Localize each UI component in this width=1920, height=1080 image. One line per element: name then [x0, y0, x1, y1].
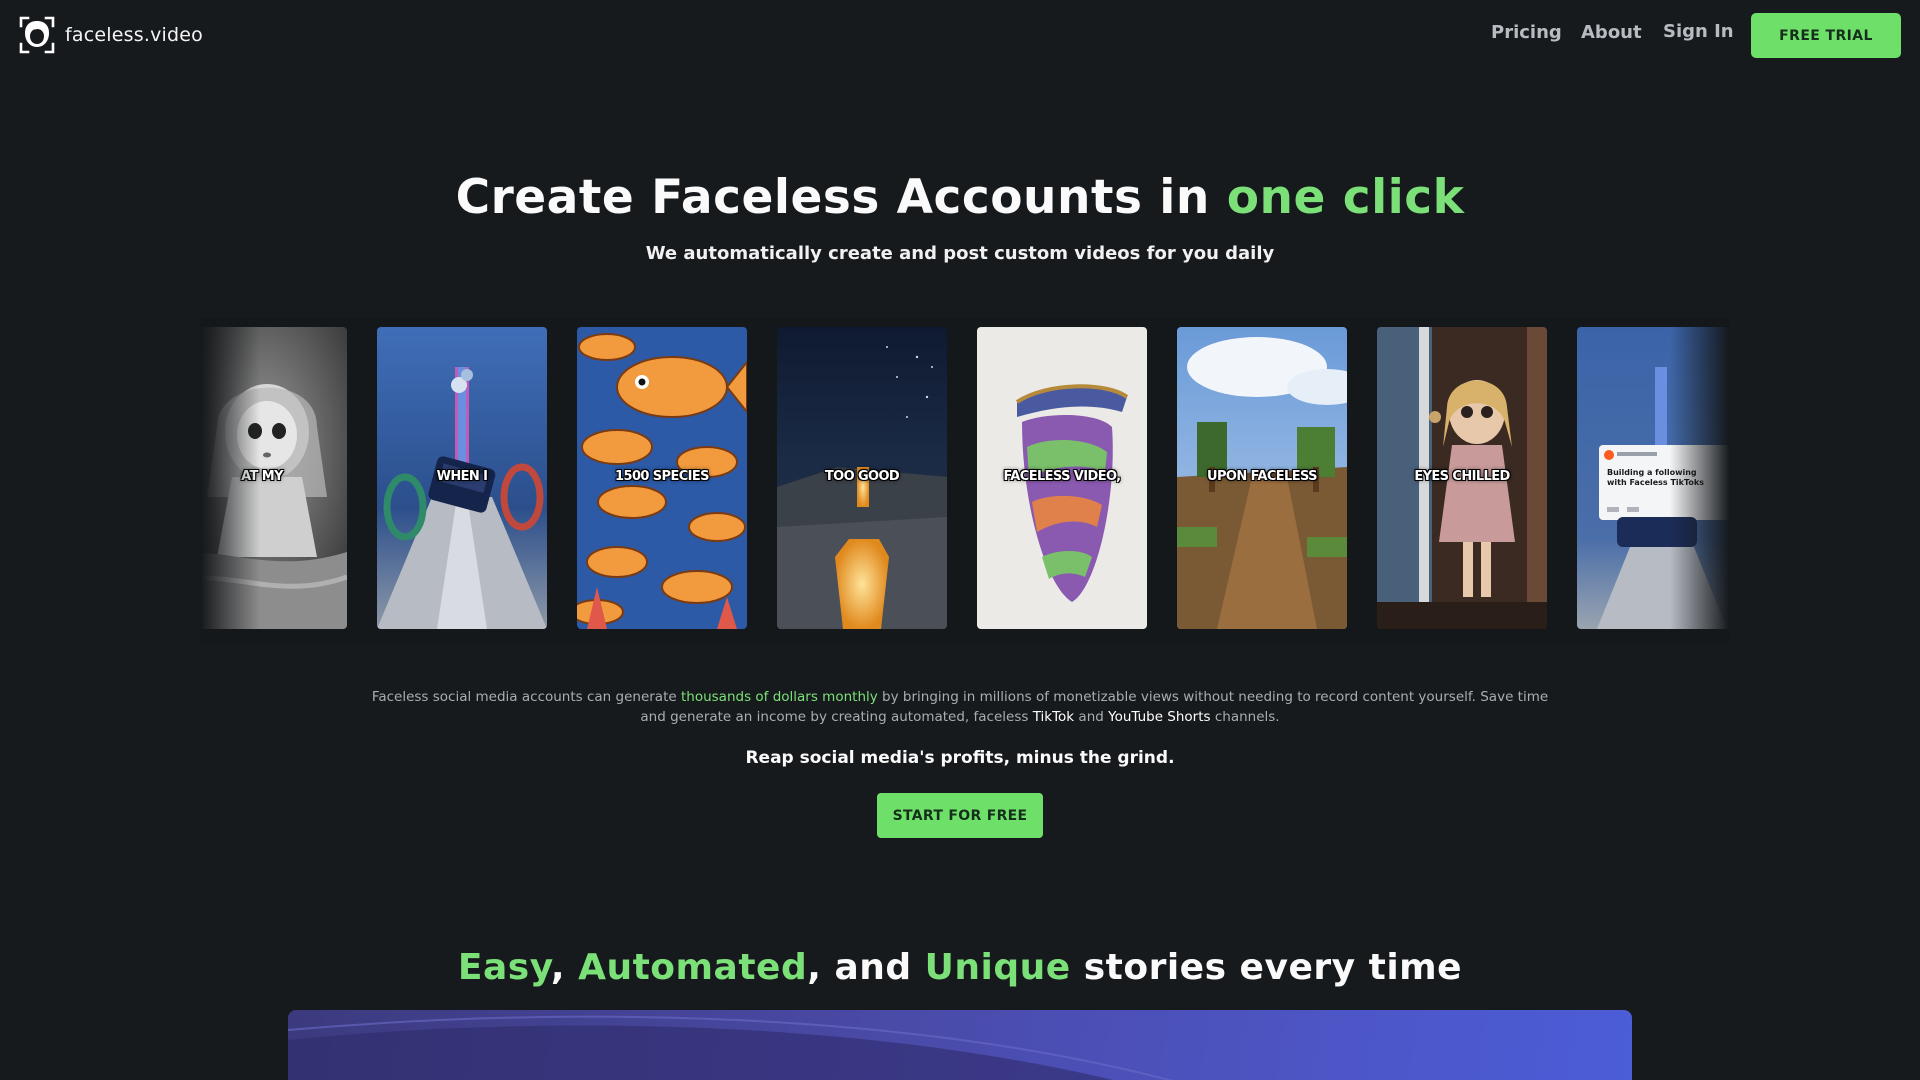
intro-text: and [1074, 709, 1109, 725]
card-caption: WHEN I [436, 469, 488, 484]
brand-name: faceless.video [65, 24, 203, 46]
card-caption: UPON FACELESS [1207, 469, 1318, 484]
video-card[interactable]: WHEN I [377, 327, 547, 629]
hero-title-accent: one click [1226, 170, 1465, 225]
video-carousel: AT MY WHEN I 1500 SPECIES TOO GOOD FACEL… [200, 318, 1730, 644]
card-caption: TOO GOOD [824, 469, 900, 484]
nav-pricing-link[interactable]: Pricing [1491, 22, 1562, 43]
tagline: Reap social media's profits, minus the g… [745, 748, 1175, 768]
demo-preview-panel [288, 1010, 1632, 1080]
brand-logo-link[interactable]: faceless.video [19, 16, 203, 54]
video-card[interactable]: TOO GOOD [777, 327, 947, 629]
start-for-free-button[interactable]: START FOR FREE [877, 793, 1043, 838]
card-caption: FACELESS VIDEO, [1003, 469, 1122, 484]
intro-paragraph: Faceless social media accounts can gener… [370, 687, 1550, 727]
hero-subtitle: We automatically create and post custom … [645, 243, 1275, 264]
video-card[interactable]: UPON FACELESS [1177, 327, 1347, 629]
top-nav: faceless.video Pricing About Sign In FRE… [0, 0, 1920, 70]
highlight-income: thousands of dollars monthly [680, 689, 878, 705]
card-caption: 1500 SPECIES [615, 469, 710, 484]
youtube-shorts-mention: YouTube Shorts [1108, 709, 1211, 725]
section-title-word: Automated [578, 947, 808, 988]
tiktok-mention: TikTok [1032, 709, 1075, 725]
hero-title: Create Faceless Accounts in one click [0, 170, 1920, 225]
free-trial-button[interactable]: FREE TRIAL [1751, 13, 1901, 58]
section-title: Easy, Automated, and Unique stories ever… [0, 947, 1920, 988]
carousel-fade-right [1670, 318, 1730, 644]
carousel-fade-left [200, 318, 260, 644]
video-card[interactable]: EYES CHILLED [1377, 327, 1547, 629]
nav-sign-in-link[interactable]: Sign In [1663, 21, 1734, 42]
intro-text: Faceless social media accounts can gener… [371, 689, 681, 705]
section-title-sep: , [550, 947, 579, 988]
face-scan-icon [19, 16, 55, 54]
card-caption: EYES CHILLED [1414, 469, 1510, 484]
section-title-rest: stories every time [1070, 947, 1463, 988]
nav-about-link[interactable]: About [1581, 22, 1642, 43]
hero-title-main: Create Faceless Accounts in [455, 170, 1227, 225]
wave-decoration [288, 1015, 1173, 1080]
video-card[interactable]: FACELESS VIDEO, [977, 327, 1147, 629]
intro-text: channels. [1210, 709, 1280, 725]
video-card[interactable]: 1500 SPECIES [577, 327, 747, 629]
section-title-word: Unique [924, 947, 1071, 988]
section-title-sep: , and [807, 947, 925, 988]
section-title-word: Easy [457, 947, 551, 988]
